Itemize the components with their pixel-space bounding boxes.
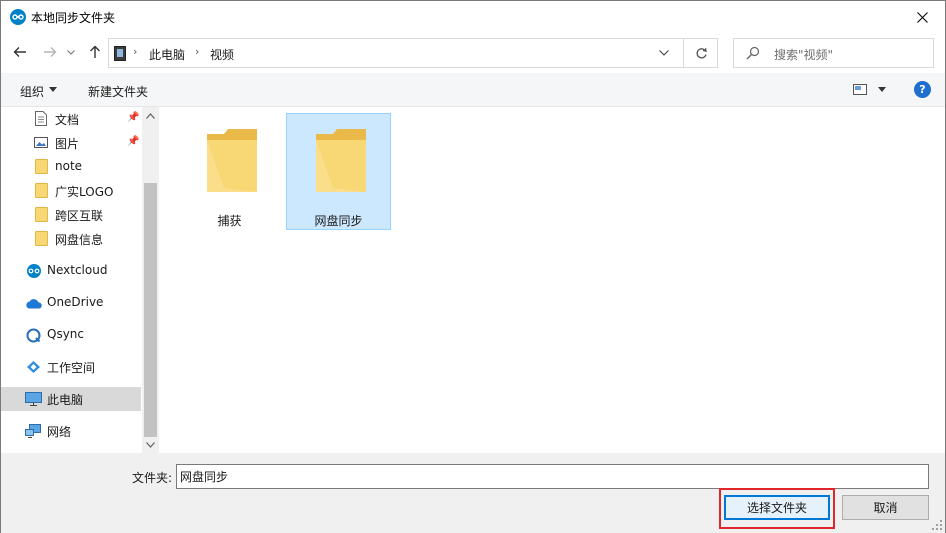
workspace-icon <box>26 360 41 377</box>
folder-field-label: 文件夹: <box>132 471 173 485</box>
sidebar-item-documents[interactable]: 文档 📌 <box>1 107 141 131</box>
scroll-up-button[interactable] <box>142 107 159 124</box>
cancel-button[interactable]: 取消 <box>842 495 929 520</box>
folder-name: 捕获 <box>217 214 242 228</box>
title-bar: 本地同步文件夹 <box>1 1 945 33</box>
sidebar-item-this-pc[interactable]: 此电脑 <box>1 387 141 411</box>
sidebar-item-onedrive[interactable]: OneDrive <box>1 291 141 315</box>
chevron-down-icon <box>659 50 669 56</box>
recent-locations-button[interactable] <box>64 42 78 62</box>
window-title: 本地同步文件夹 <box>31 11 116 25</box>
navigation-bar: › 此电脑 › 视频 搜索"视频" <box>1 33 945 71</box>
up-button[interactable] <box>85 42 105 62</box>
folder-icon <box>35 159 48 174</box>
folder-icon <box>35 183 48 198</box>
breadcrumb-this-pc[interactable]: 此电脑 <box>149 46 185 63</box>
arrow-up-icon <box>90 45 100 58</box>
refresh-button[interactable] <box>689 43 713 63</box>
select-folder-button[interactable]: 选择文件夹 <box>724 495 830 520</box>
sidebar-item-label: 跨区互联 <box>55 209 104 223</box>
forward-button[interactable] <box>40 42 60 62</box>
sidebar-item-label: 图片 <box>55 137 80 151</box>
address-dropdown-button[interactable] <box>653 44 675 62</box>
chevron-right-icon: › <box>195 45 200 58</box>
qsync-icon <box>26 328 41 346</box>
close-icon <box>916 11 928 23</box>
resize-grip-icon[interactable] <box>932 520 942 530</box>
folder-tile-capture[interactable]: 捕获 <box>177 113 282 230</box>
command-bar: 组织 新建文件夹 ? <box>1 73 945 107</box>
sidebar-item-label: 文档 <box>55 113 80 127</box>
breadcrumb-videos[interactable]: 视频 <box>210 46 234 63</box>
chevron-down-icon <box>67 49 75 55</box>
arrow-left-icon <box>13 47 26 57</box>
chevron-up-icon <box>146 112 155 119</box>
scroll-down-button[interactable] <box>142 436 159 453</box>
navigation-pane: 文档 📌 图片 📌 note 广实LOGO 跨区互联 网盘信息 Nextclou… <box>1 107 159 453</box>
nextcloud-icon <box>26 264 42 281</box>
sidebar-item-logo-folder[interactable]: 广实LOGO <box>1 179 141 203</box>
search-icon <box>746 46 760 63</box>
folder-icon <box>35 207 48 222</box>
folder-picker-dialog: 本地同步文件夹 › 此电脑 › 视频 搜索"视频" 组织 新建文件夹 ? 文档 … <box>0 0 946 533</box>
view-options-icon[interactable] <box>853 84 867 95</box>
sidebar-item-label: 此电脑 <box>47 393 84 407</box>
picture-icon <box>34 137 48 151</box>
folder-icon <box>35 231 48 246</box>
folder-name-input[interactable] <box>176 464 929 489</box>
search-box[interactable]: 搜索"视频" <box>733 38 934 68</box>
sidebar-item-note[interactable]: note <box>1 155 141 179</box>
scroll-thumb[interactable] <box>144 183 157 437</box>
nextcloud-icon <box>10 9 26 25</box>
sidebar-item-label: 网络 <box>47 425 72 439</box>
sidebar-item-label: 工作空间 <box>47 361 96 375</box>
sidebar-scrollbar[interactable] <box>142 107 159 453</box>
sidebar-item-label: Nextcloud <box>47 263 108 277</box>
sidebar-item-label: 广实LOGO <box>55 185 114 199</box>
help-button[interactable]: ? <box>914 81 931 98</box>
close-button[interactable] <box>899 1 945 33</box>
sidebar-item-interconnect[interactable]: 跨区互联 <box>1 203 141 227</box>
folder-icon <box>316 129 366 192</box>
search-placeholder: 搜索"视频" <box>774 48 834 62</box>
computer-icon <box>25 392 42 409</box>
back-button[interactable] <box>10 42 30 62</box>
video-folder-icon <box>114 46 126 61</box>
divider <box>683 39 684 67</box>
chevron-down-icon <box>146 441 155 448</box>
sidebar-item-label: Qsync <box>47 327 85 341</box>
sidebar-item-netdisk-info[interactable]: 网盘信息 <box>1 227 141 251</box>
refresh-icon <box>696 47 707 58</box>
sidebar-item-network[interactable]: 网络 <box>1 419 141 443</box>
file-list: 捕获 网盘同步 <box>160 107 945 453</box>
sidebar-item-qsync[interactable]: Qsync <box>1 323 141 347</box>
new-folder-button[interactable]: 新建文件夹 <box>88 83 148 100</box>
folder-tile-netdisk-sync[interactable]: 网盘同步 <box>286 113 391 230</box>
chevron-down-icon <box>49 87 57 92</box>
sidebar-item-nextcloud[interactable]: Nextcloud <box>1 259 141 283</box>
network-icon <box>25 424 42 441</box>
sidebar-item-workspace[interactable]: 工作空间 <box>1 355 141 379</box>
pin-icon: 📌 <box>127 112 140 123</box>
address-bar[interactable]: › 此电脑 › 视频 <box>108 38 718 68</box>
dialog-footer: 文件夹: 选择文件夹 取消 <box>1 453 945 533</box>
sidebar-item-pictures[interactable]: 图片 📌 <box>1 131 141 155</box>
sidebar-item-label: 网盘信息 <box>55 233 104 247</box>
pin-icon: 📌 <box>127 136 140 147</box>
folder-icon <box>207 129 257 192</box>
folder-name: 网盘同步 <box>314 214 363 228</box>
chevron-down-icon[interactable] <box>878 87 886 92</box>
onedrive-icon <box>25 298 43 312</box>
arrow-right-icon <box>44 47 57 57</box>
document-icon <box>35 111 47 129</box>
sidebar-item-label: OneDrive <box>47 295 104 309</box>
chevron-right-icon: › <box>133 45 138 58</box>
organize-menu[interactable]: 组织 <box>20 83 44 100</box>
sidebar-item-label: note <box>55 159 83 173</box>
